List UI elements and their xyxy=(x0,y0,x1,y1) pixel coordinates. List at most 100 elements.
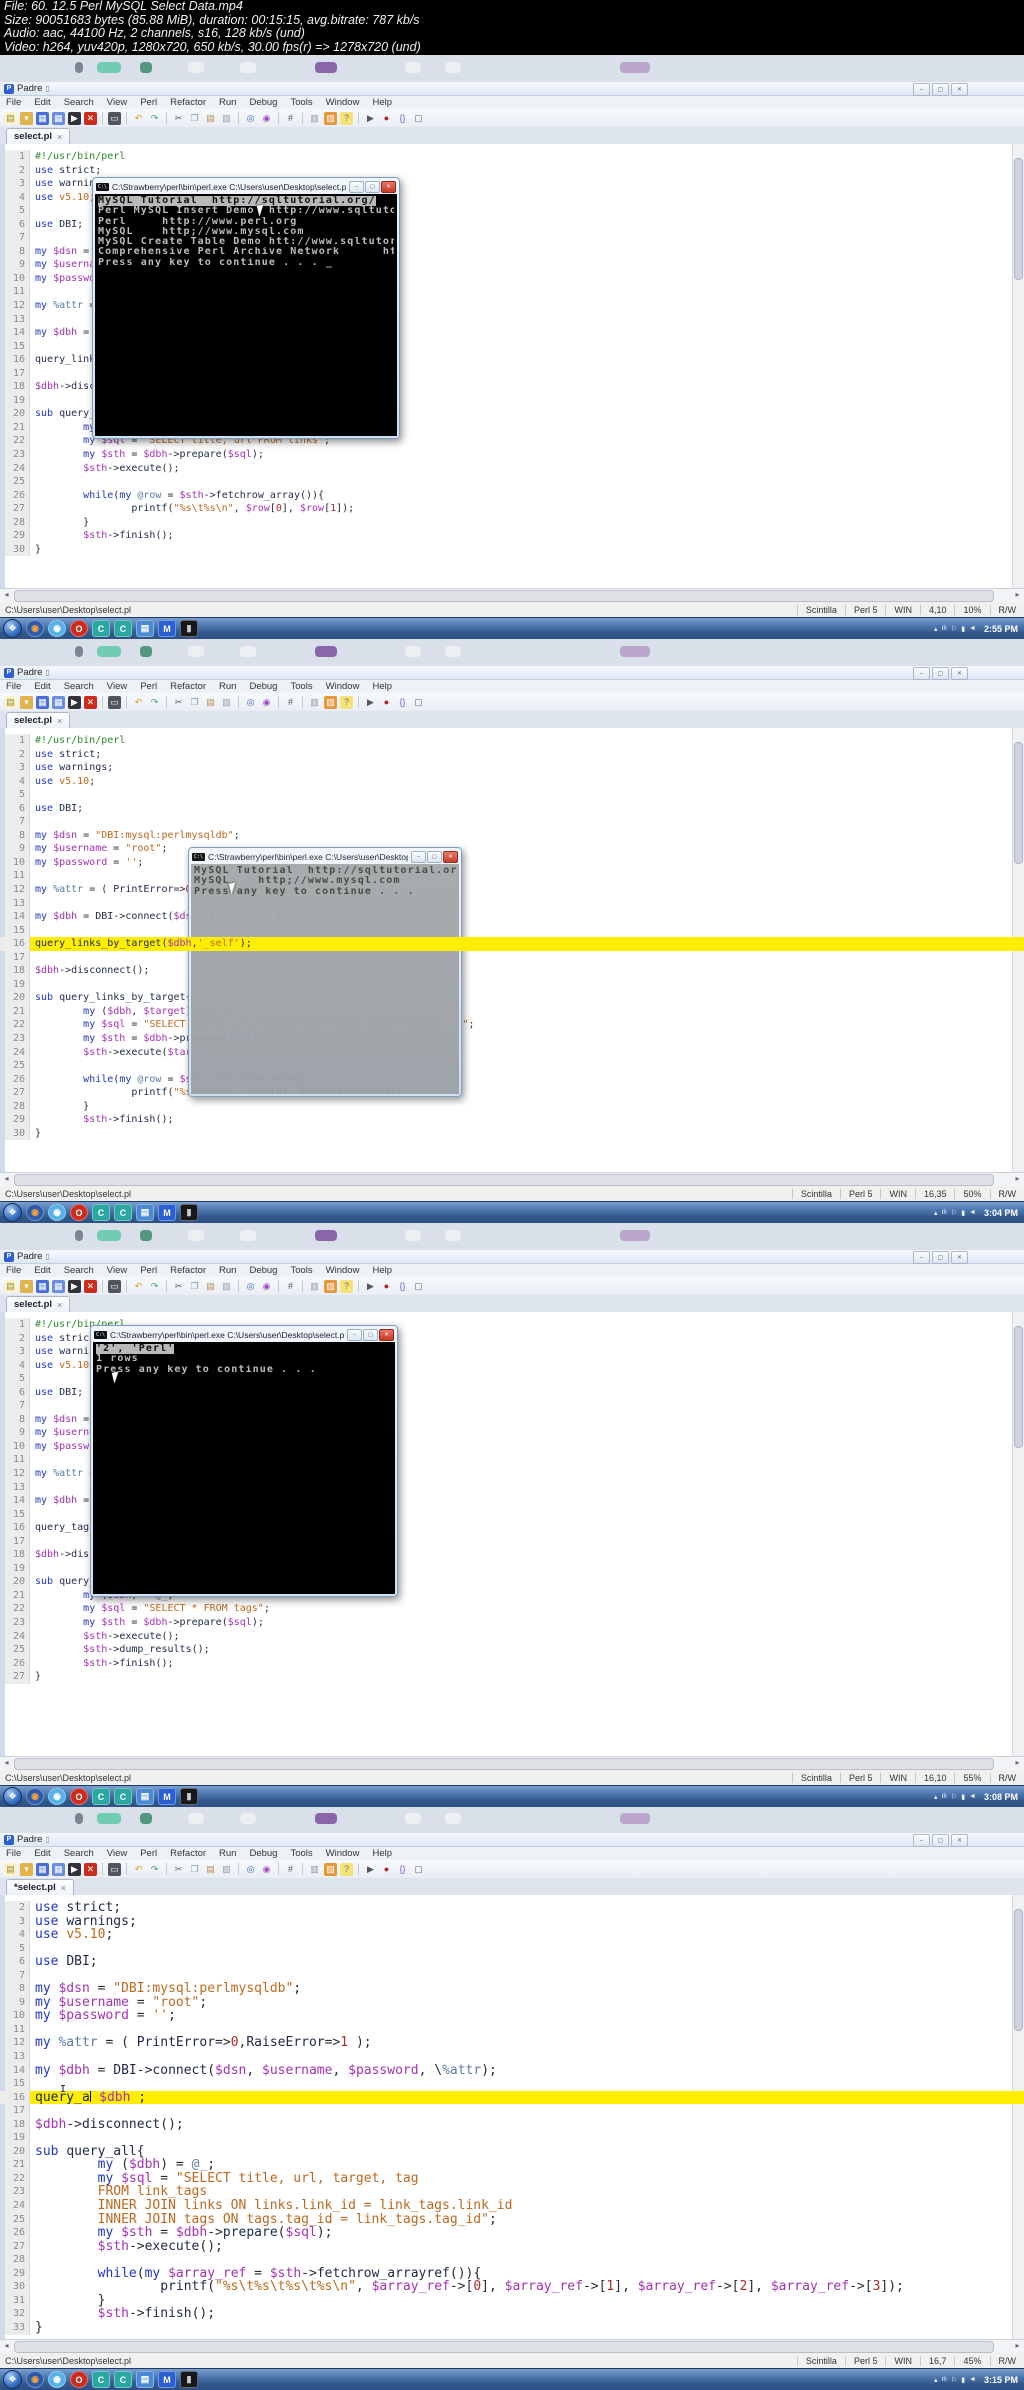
toolbar-redo-icon[interactable]: ↷ xyxy=(148,1280,161,1293)
toolbar-save-icon[interactable]: ▦ xyxy=(36,1862,49,1876)
volume-icon[interactable]: ◄ xyxy=(969,2376,976,2383)
battery-icon[interactable]: ▮ xyxy=(961,2376,965,2384)
firefox-icon[interactable]: ◉ xyxy=(26,1788,44,1805)
menu-edit[interactable]: Edit xyxy=(34,681,50,692)
maximize-button[interactable]: ▢ xyxy=(932,1834,949,1847)
toolbar-pod-doc-icon[interactable]: ▥ xyxy=(308,112,321,125)
scroll-right-arrow[interactable]: ▸ xyxy=(1011,1173,1024,1185)
toolbar-copy-icon[interactable]: ❐ xyxy=(188,1280,201,1293)
console-window[interactable]: C:\ C:\Strawberry\perl\bin\perl.exe C:\Us… xyxy=(92,177,400,439)
chrome-icon[interactable]: ◉ xyxy=(48,2371,66,2388)
opera-icon[interactable]: O xyxy=(70,1204,88,1221)
toolbar-redo-icon[interactable]: ↷ xyxy=(148,112,161,125)
minimize-button[interactable]: – xyxy=(913,83,930,96)
menu-help[interactable]: Help xyxy=(372,97,392,108)
toolbar-find-replace-icon[interactable]: ◉ xyxy=(260,1280,273,1293)
toolbar-copy-icon[interactable]: ❐ xyxy=(188,696,201,709)
menu-tools[interactable]: Tools xyxy=(290,1265,312,1276)
menu-refactor[interactable]: Refactor xyxy=(170,681,206,692)
toolbar-open-folder-icon[interactable]: ▾ xyxy=(20,695,33,709)
action-center-icon[interactable]: ⚐ xyxy=(951,1209,957,1217)
toolbar-comment-toggle-icon[interactable]: # xyxy=(284,696,297,709)
console-maximize-button[interactable]: ▢ xyxy=(363,1328,378,1341)
toolbar-run-script-icon[interactable]: ▶ xyxy=(364,112,377,125)
menu-perl[interactable]: Perl xyxy=(140,1265,157,1276)
battery-icon[interactable]: ▮ xyxy=(961,625,965,633)
toolbar-run-document-icon[interactable]: ▶ xyxy=(68,695,81,709)
tray-expand-icon[interactable]: ▴ xyxy=(934,1209,938,1217)
menu-window[interactable]: Window xyxy=(326,1265,360,1276)
tray-expand-icon[interactable]: ▴ xyxy=(934,1793,938,1801)
toolbar-new-file-icon[interactable]: ▤ xyxy=(4,111,17,125)
close-button[interactable]: ✕ xyxy=(951,1834,968,1847)
horizontal-scrollbar[interactable]: ◂ ▸ xyxy=(0,1172,1024,1186)
toolbar-cut-icon[interactable]: ✂ xyxy=(172,1863,185,1876)
toolbar-find-icon[interactable]: ◎ xyxy=(244,112,257,125)
menu-help[interactable]: Help xyxy=(372,1848,392,1859)
toolbar-stop-icon[interactable]: ● xyxy=(380,112,393,125)
padre-taskbar-icon[interactable]: M xyxy=(158,1204,176,1221)
horizontal-scrollbar-thumb[interactable] xyxy=(14,2341,994,2353)
menu-edit[interactable]: Edit xyxy=(34,1265,50,1276)
volume-icon[interactable]: ◄ xyxy=(969,1209,976,1216)
console-titlebar[interactable]: C:\ C:\Strawberry\perl\bin\perl.exe C:\Us… xyxy=(91,1326,397,1343)
toolbar-paste-icon[interactable]: ▤ xyxy=(204,696,217,709)
toolbar-delete-icon[interactable]: ▧ xyxy=(220,1863,233,1876)
mysql-console-icon[interactable]: C xyxy=(92,1204,110,1221)
toolbar-fullscreen-icon[interactable]: ▢ xyxy=(412,112,425,125)
toolbar-paste-icon[interactable]: ▤ xyxy=(204,1280,217,1293)
console-maximize-button[interactable]: ▢ xyxy=(365,180,380,193)
mysql-console-icon-2[interactable]: C xyxy=(114,2371,132,2388)
toolbar-hint-icon[interactable]: ? xyxy=(340,695,353,709)
toolbar-open-example-icon[interactable]: ▨ xyxy=(324,695,337,709)
menu-search[interactable]: Search xyxy=(64,1848,94,1859)
window-titlebar[interactable]: P Padre ▯ – ▢ ✕ xyxy=(0,82,1024,96)
tab-select-pl[interactable]: select.pl × xyxy=(6,128,71,144)
toolbar-pod-doc-icon[interactable]: ▥ xyxy=(308,696,321,709)
opera-icon[interactable]: O xyxy=(70,2371,88,2388)
tab-select-pl[interactable]: *select.pl × xyxy=(6,1879,74,1895)
horizontal-scrollbar[interactable]: ◂ ▸ xyxy=(0,588,1024,602)
toolbar-undo-icon[interactable]: ↶ xyxy=(132,1863,145,1876)
horizontal-scrollbar[interactable]: ◂ ▸ xyxy=(0,1756,1024,1770)
toolbar-open-example-icon[interactable]: ▨ xyxy=(324,1279,337,1293)
padre-taskbar-icon[interactable]: M xyxy=(158,620,176,637)
toolbar-run-script-icon[interactable]: ▶ xyxy=(364,696,377,709)
vertical-scrollbar[interactable] xyxy=(1012,1312,1024,1756)
toolbar-delete-icon[interactable]: ▧ xyxy=(220,696,233,709)
menu-run[interactable]: Run xyxy=(219,97,236,108)
vertical-scrollbar-thumb[interactable] xyxy=(1014,158,1023,280)
toolbar-save-icon[interactable]: ▦ xyxy=(36,111,49,125)
network-icon[interactable]: ılı xyxy=(941,1793,946,1800)
action-center-icon[interactable]: ⚐ xyxy=(951,1793,957,1801)
maximize-button[interactable]: ▢ xyxy=(932,83,949,96)
tab-select-pl[interactable]: select.pl × xyxy=(6,712,71,728)
menu-debug[interactable]: Debug xyxy=(249,681,277,692)
menu-file[interactable]: File xyxy=(6,97,21,108)
toolbar-close-file-icon[interactable]: ✕ xyxy=(84,695,97,709)
toolbar-console-icon[interactable]: ▭ xyxy=(108,1279,121,1293)
menu-refactor[interactable]: Refactor xyxy=(170,1265,206,1276)
toolbar-undo-icon[interactable]: ↶ xyxy=(132,696,145,709)
console-maximize-button[interactable]: ▢ xyxy=(427,850,442,863)
toolbar-brackets-icon[interactable]: {} xyxy=(396,1863,409,1876)
opera-icon[interactable]: O xyxy=(70,620,88,637)
scroll-left-arrow[interactable]: ◂ xyxy=(0,2340,13,2352)
toolbar-find-icon[interactable]: ◎ xyxy=(244,1280,257,1293)
scroll-left-arrow[interactable]: ◂ xyxy=(0,1173,13,1185)
scroll-right-arrow[interactable]: ▸ xyxy=(1011,1757,1024,1769)
menu-window[interactable]: Window xyxy=(326,97,360,108)
vertical-scrollbar[interactable] xyxy=(1012,144,1024,588)
explorer-icon[interactable]: ▤ xyxy=(136,1788,154,1805)
menu-window[interactable]: Window xyxy=(326,1848,360,1859)
window-titlebar[interactable]: P Padre ▯ – ▢ ✕ xyxy=(0,1250,1024,1264)
console-titlebar[interactable]: C:\ C:\Strawberry\perl\bin\perl.exe C:\Us… xyxy=(93,178,399,195)
action-center-icon[interactable]: ⚐ xyxy=(951,2376,957,2384)
horizontal-scrollbar-thumb[interactable] xyxy=(14,590,994,602)
toolbar-save-all-icon[interactable]: ▦ xyxy=(52,1279,65,1293)
toolbar-stop-icon[interactable]: ● xyxy=(380,696,393,709)
mysql-console-icon-2[interactable]: C xyxy=(114,1788,132,1805)
toolbar-stop-icon[interactable]: ● xyxy=(380,1280,393,1293)
explorer-icon[interactable]: ▤ xyxy=(136,620,154,637)
menu-view[interactable]: View xyxy=(107,1848,127,1859)
